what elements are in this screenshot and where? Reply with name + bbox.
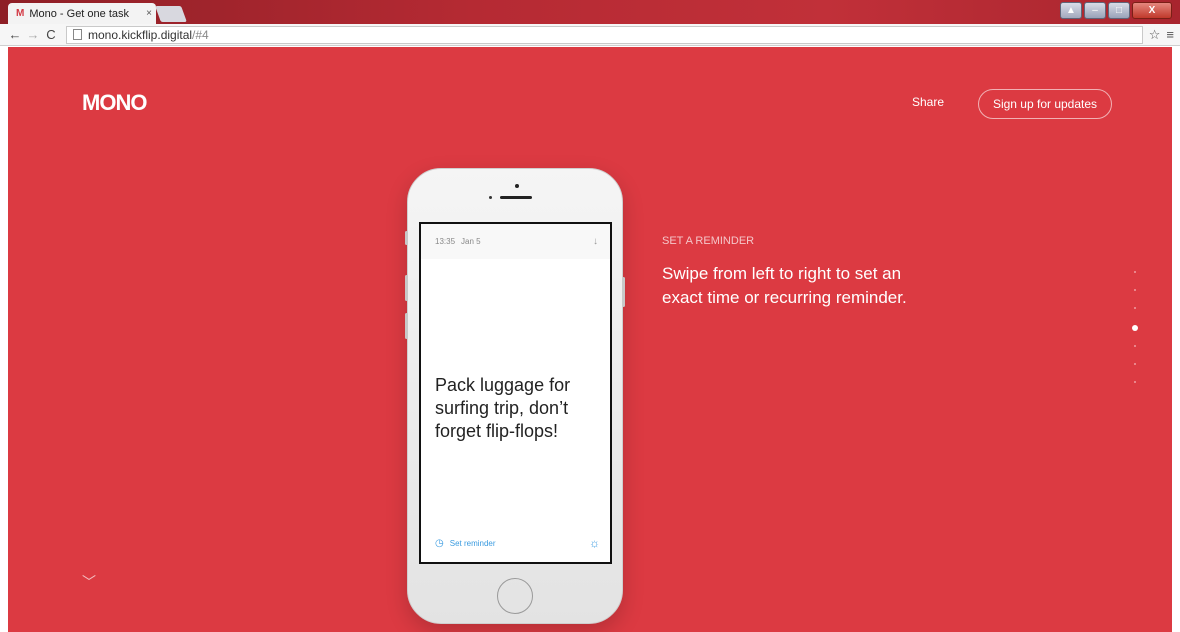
phone-side-button xyxy=(405,275,408,301)
sun-icon: ☼ xyxy=(589,536,600,550)
url-host: mono.kickflip.digital xyxy=(88,27,193,42)
pager-dot[interactable] xyxy=(1134,381,1136,383)
close-window-button[interactable]: X xyxy=(1132,2,1172,19)
home-button xyxy=(497,578,533,614)
phone-side-button xyxy=(405,231,408,245)
page-icon xyxy=(73,29,82,40)
phone-side-button xyxy=(622,277,625,307)
forward-icon[interactable]: → xyxy=(24,27,42,42)
menu-icon[interactable]: ≡ xyxy=(1166,27,1174,43)
favicon-icon: M xyxy=(16,8,25,19)
pager-dot[interactable] xyxy=(1134,289,1136,291)
url-path: /#4 xyxy=(192,27,209,42)
pager-dot[interactable] xyxy=(1134,307,1136,309)
window-controls: ▲ – □ X xyxy=(1060,2,1172,19)
chevron-down-icon[interactable]: ﹀ xyxy=(82,572,96,592)
new-tab-button[interactable] xyxy=(155,6,187,22)
star-icon[interactable]: ☆ xyxy=(1149,27,1161,43)
phone-side-button xyxy=(405,313,408,339)
clock-icon: ◷ xyxy=(435,537,444,549)
camera-icon xyxy=(515,184,519,188)
tab-close-icon[interactable]: × xyxy=(142,8,156,19)
pager-dot-active[interactable] xyxy=(1132,325,1138,331)
phone-mockup: 13:35 Jan 5 ↓ Pack luggage for surfing t… xyxy=(405,168,625,624)
task-text: Pack luggage for surfing trip, don’t for… xyxy=(435,375,571,441)
browser-tab[interactable]: M Mono - Get one task × xyxy=(8,3,156,24)
section-headline: Swipe from left to right to set an exact… xyxy=(662,264,907,307)
pager-dot[interactable] xyxy=(1134,345,1136,347)
maximize-button[interactable]: □ xyxy=(1108,2,1130,19)
share-link[interactable]: Share xyxy=(912,95,944,109)
logo[interactable]: MONO xyxy=(82,90,147,116)
screen-header: 13:35 Jan 5 ↓ xyxy=(421,224,610,259)
screen-footer: ◷ Set reminder ☼ xyxy=(435,536,600,550)
screen-date: Jan 5 xyxy=(461,237,481,246)
pager-dot[interactable] xyxy=(1134,271,1136,273)
pager-dot[interactable] xyxy=(1134,363,1136,365)
speaker-icon xyxy=(500,196,532,199)
address-bar[interactable]: mono.kickflip.digital/#4 xyxy=(66,25,1143,44)
user-icon[interactable]: ▲ xyxy=(1060,2,1082,19)
screen-time: 13:35 xyxy=(435,237,456,246)
browser-titlebar: M Mono - Get one task × ▲ – □ X xyxy=(0,0,1180,24)
minimize-button[interactable]: – xyxy=(1084,2,1106,19)
page: MONO Share Sign up for updates 13:35 Jan… xyxy=(8,47,1172,632)
back-icon[interactable]: ← xyxy=(6,27,24,42)
reload-icon[interactable]: C xyxy=(42,27,60,42)
phone-screen: 13:35 Jan 5 ↓ Pack luggage for surfing t… xyxy=(419,222,612,564)
signup-button[interactable]: Sign up for updates xyxy=(978,89,1112,119)
set-reminder-label: Set reminder xyxy=(449,538,496,548)
tab-title: Mono - Get one task xyxy=(29,7,130,20)
sensor-icon xyxy=(489,196,492,199)
browser-toolbar: ← → C mono.kickflip.digital/#4 ☆ ≡ xyxy=(0,24,1180,46)
section-eyebrow: SET A REMINDER xyxy=(662,235,755,247)
arrow-down-icon: ↓ xyxy=(593,236,598,247)
pager-dots xyxy=(1132,271,1138,399)
